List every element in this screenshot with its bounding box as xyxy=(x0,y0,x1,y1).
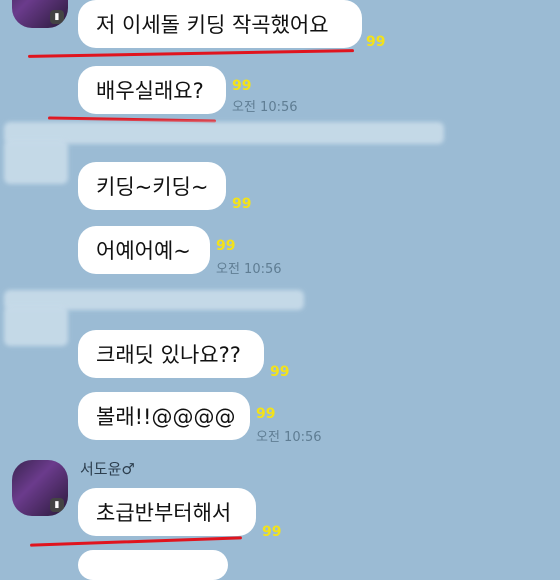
unread-count-4: 99 xyxy=(216,238,236,254)
message-bubble-5[interactable]: 크래딧 있나요?? xyxy=(78,330,264,378)
message-text-2: 배우실래요? xyxy=(96,79,204,103)
timestamp-1: 오전 10:56 xyxy=(232,100,298,115)
message-bubble-partial[interactable] xyxy=(78,550,228,580)
message-bubble-2[interactable]: 배우실래요? xyxy=(78,66,226,114)
message-bubble-6[interactable]: 볼래!!@@@@ xyxy=(78,392,250,440)
message-text-3: 키딩~키딩~ xyxy=(96,175,209,199)
avatar-badge-icon: ▮ xyxy=(50,498,64,512)
avatar[interactable]: ▮ xyxy=(12,0,68,28)
message-text-7: 초급반부터해서 xyxy=(96,501,232,525)
message-bubble-4[interactable]: 어예어예~ xyxy=(78,226,210,274)
unread-count-1: 99 xyxy=(366,34,386,50)
sender-name: 서도윤♂ xyxy=(80,460,135,478)
unread-count-6: 99 xyxy=(256,406,276,422)
timestamp-3: 오전 10:56 xyxy=(256,430,322,445)
unread-count-5: 99 xyxy=(270,364,290,380)
timestamp-2: 오전 10:56 xyxy=(216,262,282,277)
redacted-sender xyxy=(4,122,444,144)
unread-count-3: 99 xyxy=(232,196,252,212)
message-text-1: 저 이세돌 키딩 작곡했어요 xyxy=(96,13,329,37)
message-bubble-3[interactable]: 키딩~키딩~ xyxy=(78,162,226,210)
message-text-6: 볼래!!@@@@ xyxy=(96,405,236,429)
redacted-avatar xyxy=(4,140,68,184)
redacted-avatar xyxy=(4,306,68,346)
avatar[interactable]: ▮ xyxy=(12,460,68,516)
avatar-badge-icon: ▮ xyxy=(50,10,64,24)
message-bubble-7[interactable]: 초급반부터해서 xyxy=(78,488,256,536)
message-text-5: 크래딧 있나요?? xyxy=(96,343,241,367)
unread-count-2: 99 xyxy=(232,78,252,94)
message-bubble-1[interactable]: 저 이세돌 키딩 작곡했어요 xyxy=(78,0,362,48)
message-text-4: 어예어예~ xyxy=(96,239,191,263)
unread-count-7: 99 xyxy=(262,524,282,540)
red-underline xyxy=(27,49,355,58)
red-underline xyxy=(30,536,242,547)
